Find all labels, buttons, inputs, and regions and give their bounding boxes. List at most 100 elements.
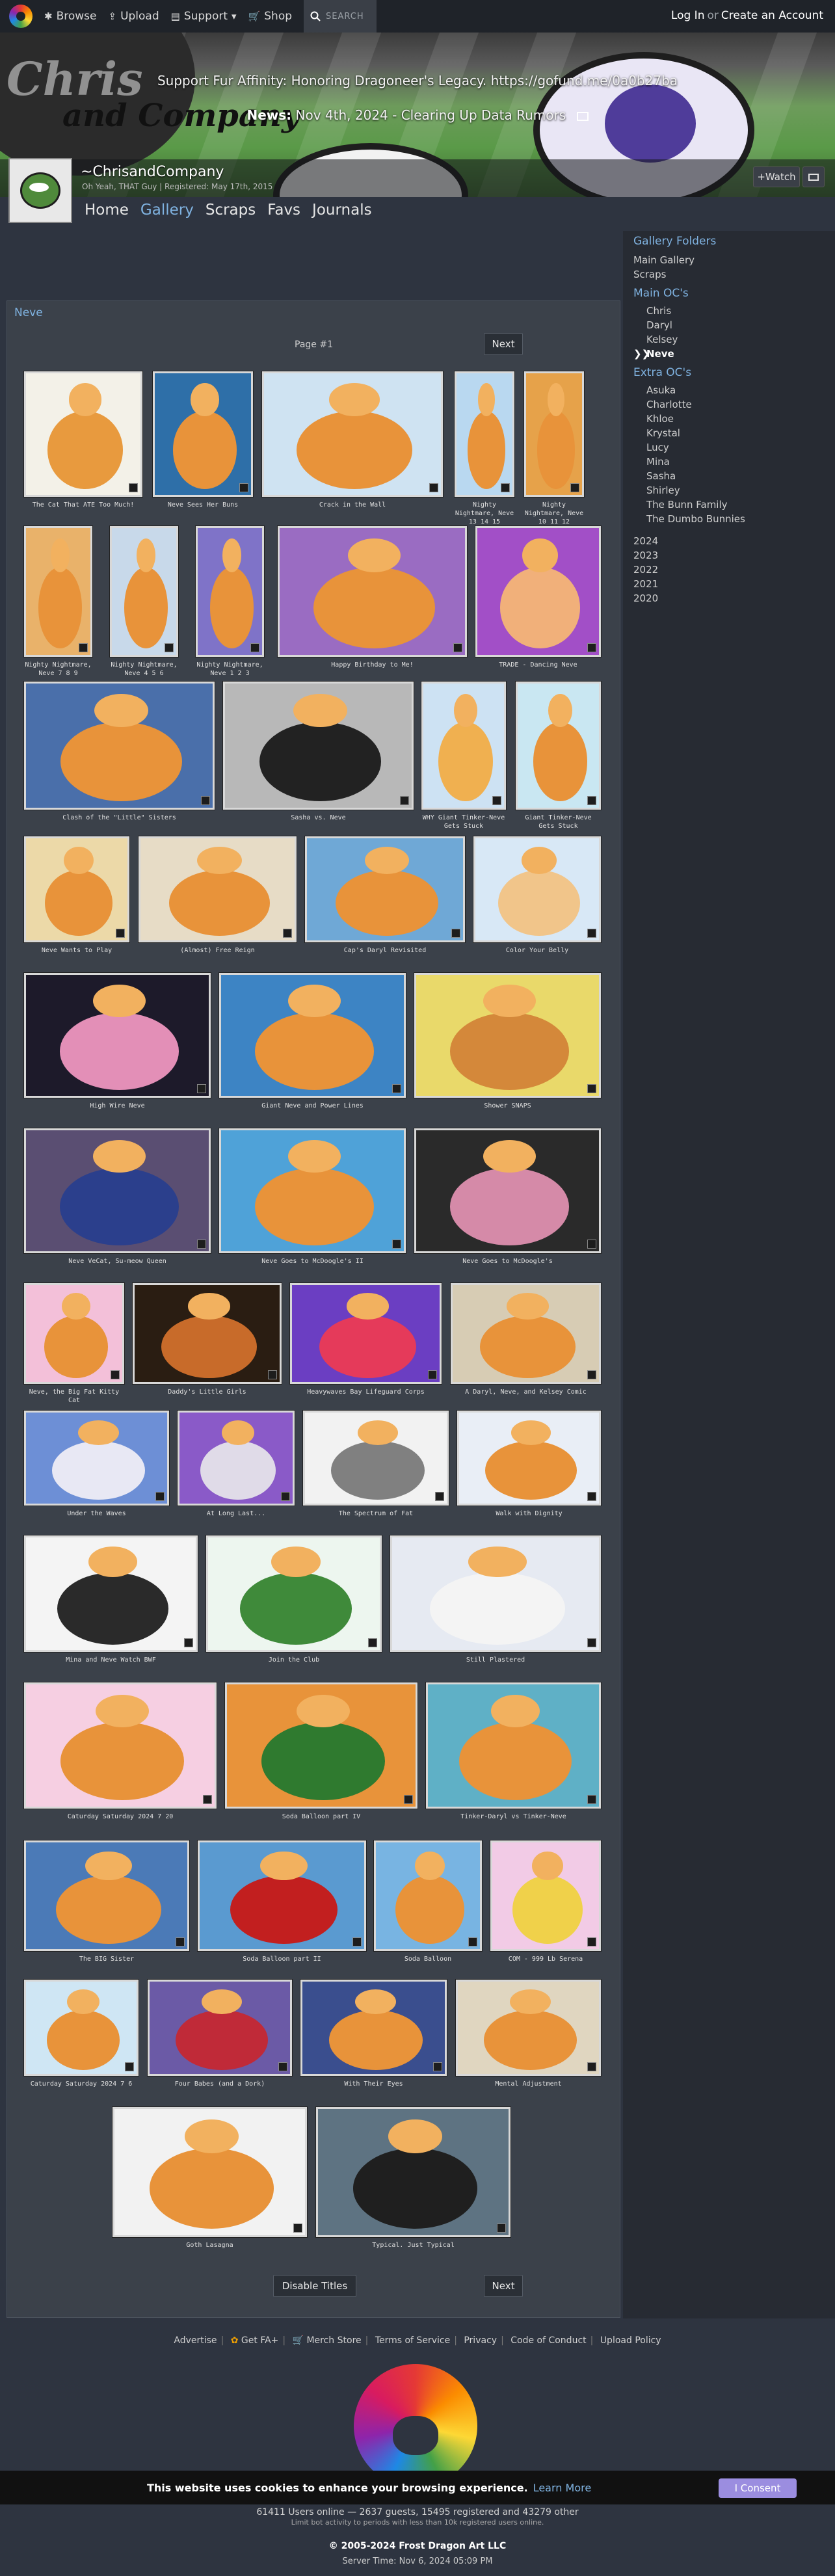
gallery-item-title[interactable]: TRADE - Dancing Neve	[475, 661, 601, 669]
gallery-item[interactable]: Neve Sees Her Buns	[153, 371, 253, 516]
year-2024[interactable]: 2024	[633, 534, 825, 548]
gallery-item[interactable]: The Cat That ATE Too Much!	[24, 371, 142, 516]
gallery-item-title[interactable]: Neve Sees Her Buns	[153, 501, 253, 509]
gallery-thumbnail[interactable]	[414, 973, 601, 1098]
nav-shop[interactable]: 🛒 Shop	[248, 10, 292, 23]
gallery-thumbnail[interactable]	[303, 1411, 449, 1506]
gallery-item-title[interactable]: Neve, the Big Fat Kitty Cat	[24, 1388, 124, 1405]
gallery-item[interactable]: Daddy's Little Girls	[133, 1283, 282, 1403]
gallery-item[interactable]: Join the Club	[206, 1535, 382, 1671]
footer-link-coc[interactable]: Code of Conduct	[510, 2335, 586, 2346]
gallery-item[interactable]: TRADE - Dancing Neve	[475, 526, 601, 676]
footer-link-fa-plus[interactable]: Get FA+	[241, 2335, 278, 2346]
gallery-thumbnail[interactable]	[178, 1411, 295, 1506]
gallery-item[interactable]: Nighty Nightmare, Neve 4 5 6	[110, 526, 178, 677]
gallery-item-title[interactable]: Neve VeCat, Su-meow Queen	[24, 1257, 211, 1266]
gallery-thumbnail[interactable]	[24, 371, 142, 497]
gallery-item[interactable]: Soda Balloon part II	[198, 1840, 366, 1971]
gallery-item-title[interactable]: Goth Lasagna	[113, 2241, 307, 2250]
gallery-item-title[interactable]: Mental Adjustment	[456, 2080, 601, 2088]
username[interactable]: ~ChrisandCompany	[81, 164, 224, 180]
gallery-item[interactable]: Color Your Belly	[473, 836, 601, 962]
search-box[interactable]: SEARCH	[304, 0, 377, 33]
gallery-thumbnail[interactable]	[139, 836, 297, 942]
gallery-thumbnail[interactable]	[457, 1411, 601, 1506]
gallery-thumbnail[interactable]	[24, 1682, 217, 1809]
gallery-item-title[interactable]: Under the Waves	[24, 1509, 169, 1518]
gallery-item-title[interactable]: The Cat That ATE Too Much!	[24, 501, 142, 509]
gallery-item-title[interactable]: With Their Eyes	[300, 2080, 447, 2088]
gallery-item[interactable]: The BIG Sister	[24, 1840, 189, 1971]
gallery-thumbnail[interactable]	[24, 682, 215, 810]
gallery-thumbnail[interactable]	[206, 1535, 382, 1652]
next-page-button-top[interactable]: Next	[484, 333, 523, 355]
gallery-item[interactable]: (Almost) Free Reign	[139, 836, 297, 962]
gallery-thumbnail[interactable]	[475, 526, 601, 657]
gallery-thumbnail[interactable]	[278, 526, 467, 657]
gallery-item-title[interactable]: Giant Neve and Power Lines	[219, 1102, 406, 1110]
folder-scraps[interactable]: Scraps	[633, 267, 825, 282]
gallery-item-title[interactable]: Walk with Dignity	[457, 1509, 601, 1518]
year-2023[interactable]: 2023	[633, 548, 825, 563]
gallery-item[interactable]: Neve, the Big Fat Kitty Cat	[24, 1283, 124, 1405]
gallery-thumbnail[interactable]	[421, 682, 506, 810]
gallery-item-title[interactable]: Neve Wants to Play	[24, 946, 129, 955]
gallery-item-title[interactable]: Caturday Saturday 2024 7 6	[24, 2080, 139, 2088]
cookie-consent-button[interactable]: I Consent	[719, 2478, 797, 2498]
folder-lucy[interactable]: Lucy	[633, 440, 825, 455]
gallery-item-title[interactable]: Mina and Neve Watch BWF	[24, 1656, 198, 1664]
gallery-thumbnail[interactable]	[24, 1411, 169, 1506]
gallery-item[interactable]: Clash of the "Little" Sisters	[24, 682, 215, 829]
gallery-item[interactable]: Shower SNAPS	[414, 973, 601, 1117]
gallery-thumbnail[interactable]	[24, 1535, 198, 1652]
folder-dumbo-bunnies[interactable]: The Dumbo Bunnies	[633, 512, 825, 526]
gallery-item[interactable]: Typical. Just Typical	[316, 2107, 510, 2257]
gallery-item[interactable]: Crack in the Wall	[262, 371, 443, 516]
gallery-item[interactable]: Four Babes (and a Dork)	[148, 1980, 292, 2095]
gallery-item-title[interactable]: At Long Last...	[178, 1509, 295, 1518]
gallery-item-title[interactable]: Color Your Belly	[473, 946, 601, 955]
nav-browse[interactable]: ✱ Browse	[44, 10, 96, 23]
gallery-item-title[interactable]: Four Babes (and a Dork)	[148, 2080, 292, 2088]
footer-link-upload-policy[interactable]: Upload Policy	[600, 2335, 661, 2346]
gallery-item-title[interactable]: High Wire Neve	[24, 1102, 211, 1110]
news-announcement[interactable]: News: Nov 4th, 2024 - Clearing Up Data R…	[0, 107, 835, 123]
gallery-thumbnail[interactable]	[148, 1980, 292, 2076]
folder-khloe[interactable]: Khloe	[633, 412, 825, 426]
gallery-item-title[interactable]: Cap's Daryl Revisited	[305, 946, 465, 955]
footer-link-advertise[interactable]: Advertise	[174, 2335, 217, 2346]
gallery-thumbnail[interactable]	[524, 371, 584, 497]
gallery-thumbnail[interactable]	[262, 371, 443, 497]
gallery-item-title[interactable]: COM - 999 Lb Serena	[490, 1955, 601, 1963]
gallery-thumbnail[interactable]	[24, 973, 211, 1098]
gallery-thumbnail[interactable]	[24, 1128, 211, 1253]
gallery-item-title[interactable]: Nighty Nightmare, Neve 1 2 3	[196, 661, 264, 678]
gallery-item-title[interactable]: A Daryl, Neve, and Kelsey Comic	[451, 1388, 601, 1396]
gallery-item[interactable]: Nighty Nightmare, Neve 7 8 9	[24, 526, 92, 677]
gallery-thumbnail[interactable]	[414, 1128, 601, 1253]
gallery-item[interactable]: Giant Neve and Power Lines	[219, 973, 406, 1117]
disable-titles-button[interactable]: Disable Titles	[273, 2275, 356, 2297]
footer-link-privacy[interactable]: Privacy	[464, 2335, 497, 2346]
folder-sasha[interactable]: Sasha	[633, 469, 825, 483]
tab-home[interactable]: Home	[85, 202, 129, 219]
folder-daryl[interactable]: Daryl	[633, 318, 825, 332]
footer-link-merch[interactable]: Merch Store	[306, 2335, 361, 2346]
gallery-thumbnail[interactable]	[390, 1535, 601, 1652]
avatar[interactable]	[8, 158, 72, 223]
gallery-item-title[interactable]: WHY Giant Tinker-Neve Gets Stuck	[421, 814, 506, 830]
cookie-learn-more-link[interactable]: Learn More	[533, 2482, 591, 2494]
gallery-item[interactable]: Nighty Nightmare, Neve 10 11 12	[524, 371, 584, 525]
gallery-item[interactable]: Soda Balloon part IV	[225, 1682, 418, 1828]
gallery-item[interactable]: Under the Waves	[24, 1411, 169, 1525]
gallery-item-title[interactable]: Nighty Nightmare, Neve 10 11 12	[524, 501, 584, 526]
gallery-item[interactable]: Cap's Daryl Revisited	[305, 836, 465, 962]
folder-asuka[interactable]: Asuka	[633, 383, 825, 397]
gallery-item-title[interactable]: Neve Goes to McDoogle's	[414, 1257, 601, 1266]
gallery-item-title[interactable]: Tinker-Daryl vs Tinker-Neve	[426, 1812, 601, 1821]
gallery-item[interactable]: Neve Goes to McDoogle's	[414, 1128, 601, 1273]
gallery-item[interactable]: WHY Giant Tinker-Neve Gets Stuck	[421, 682, 506, 830]
gallery-item[interactable]: High Wire Neve	[24, 973, 211, 1117]
year-2022[interactable]: 2022	[633, 563, 825, 577]
year-2020[interactable]: 2020	[633, 591, 825, 605]
